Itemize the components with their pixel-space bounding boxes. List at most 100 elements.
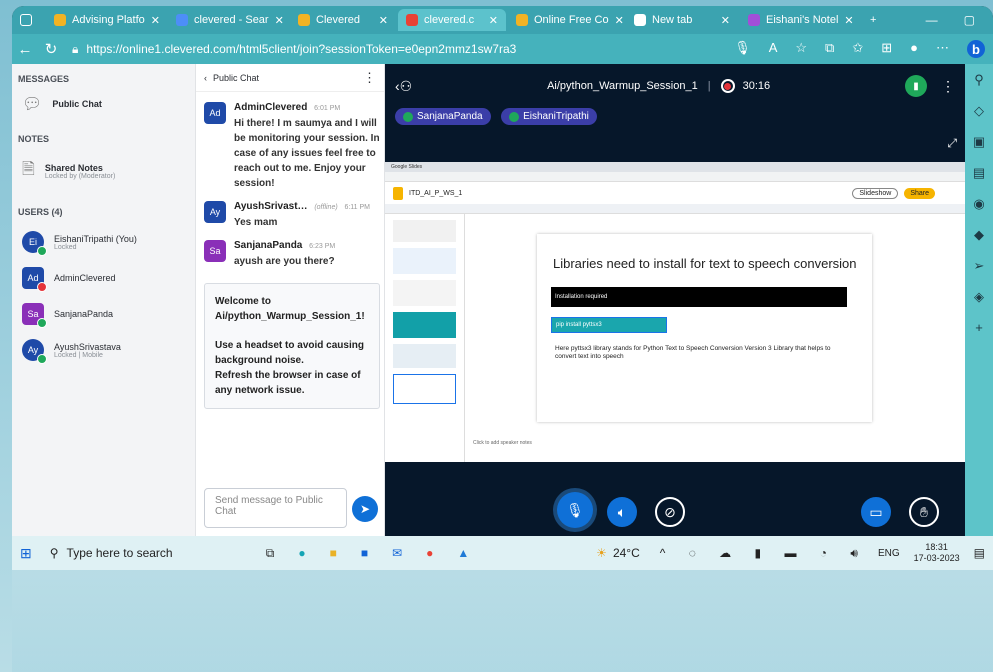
sender-name: SanjanaPanda xyxy=(234,240,303,251)
address-bar: ← ↻ 🔒︎ https://online1.clevered.com/html… xyxy=(12,34,993,64)
mic-button[interactable]: 🎙︎ xyxy=(557,492,593,528)
thumbnail[interactable] xyxy=(393,312,456,338)
mail-icon[interactable]: ✉︎ xyxy=(392,546,402,560)
new-tab-button[interactable]: + xyxy=(862,9,884,31)
task-view-icon[interactable]: ⧉ xyxy=(266,546,275,561)
tab-label: Clevered xyxy=(316,14,361,26)
maximize-icon[interactable]: ▢ xyxy=(964,13,975,27)
store-icon[interactable]: ■ xyxy=(361,546,368,560)
window-icon xyxy=(20,14,32,26)
close-icon[interactable]: ✕ xyxy=(275,14,284,27)
user-status: Locked | Mobile xyxy=(54,351,103,359)
refresh-icon[interactable]: ↻ xyxy=(38,40,64,58)
chart-icon[interactable]: ▤ xyxy=(973,165,985,181)
back-icon[interactable]: ← xyxy=(12,41,38,58)
add-icon[interactable]: + xyxy=(975,320,983,335)
tab-actions[interactable] xyxy=(12,9,44,31)
user-list-item[interactable]: Ad AdminClevered xyxy=(22,267,195,292)
close-icon[interactable]: ✕ xyxy=(844,14,853,27)
thumbnail[interactable] xyxy=(393,344,456,368)
favorite-icon[interactable]: ☆ xyxy=(795,40,807,58)
share-button[interactable]: Share xyxy=(904,187,935,199)
browser-tab[interactable]: clevered - Sear ✕ xyxy=(168,9,288,31)
collections-icon[interactable]: ⊞ xyxy=(881,40,892,58)
notes-heading: NOTES xyxy=(18,134,50,144)
raise-hand-button[interactable]: ✋︎ xyxy=(909,497,939,527)
close-icon[interactable]: ✕ xyxy=(151,14,160,27)
extensions-icon[interactable]: ⧉ xyxy=(825,40,834,58)
shared-notes-item[interactable]: 🗎︎ Shared Notes Locked by (Moderator) xyxy=(22,158,195,185)
user-list-item[interactable]: Ei EishaniTripathi (You) Locked xyxy=(22,231,195,256)
close-icon[interactable]: ✕ xyxy=(489,14,498,27)
slide-code-box[interactable]: pip install pyttsx3 xyxy=(551,317,667,333)
photos-icon[interactable]: ▲ xyxy=(457,546,469,560)
browser-tab[interactable]: Advising Platfo ✕ xyxy=(46,9,166,31)
browser-tab[interactable]: Online Free Co ✕ xyxy=(508,9,624,31)
chevron-left-icon[interactable]: ‹ xyxy=(204,73,207,83)
outlook-icon[interactable]: ◈ xyxy=(974,289,984,305)
fullscreen-icon[interactable]: ⤢ xyxy=(947,136,957,151)
mic-icon[interactable]: 🎙︎ xyxy=(734,40,751,58)
send-button[interactable]: ➤ xyxy=(352,496,378,522)
status-dot-icon xyxy=(37,354,47,364)
public-chat-item[interactable]: 💬︎ Public Chat xyxy=(22,94,195,114)
presentation-area: ‹⚇ Ai/python_Warmup_Session_1 | 30:16 ▮ … xyxy=(385,64,965,542)
tag-icon[interactable]: ◇ xyxy=(974,103,984,119)
speaker-notes[interactable]: Click to add speaker notes xyxy=(473,440,532,446)
chat-input[interactable]: Send message to Public Chat xyxy=(204,488,347,528)
audio-button[interactable]: 🔈︎ xyxy=(607,497,637,527)
screen-share-button[interactable]: ▭ xyxy=(861,497,891,527)
slideshow-button[interactable]: Slideshow xyxy=(852,187,899,199)
chrome-icon[interactable]: ● xyxy=(426,546,433,560)
close-icon[interactable]: ✕ xyxy=(615,14,624,27)
clock[interactable]: 18:31 17-03-2023 xyxy=(914,542,960,564)
session-header: ‹⚇ Ai/python_Warmup_Session_1 | 30:16 ▮ … xyxy=(385,64,965,108)
more-icon[interactable]: ⋯ xyxy=(936,40,949,58)
lock-icon: 🔒︎ xyxy=(72,41,79,56)
thumbnail[interactable] xyxy=(393,220,456,242)
briefcase-icon[interactable]: ▣ xyxy=(973,134,985,150)
browser-tab[interactable]: Clevered ✕ xyxy=(290,9,396,31)
tray-icons[interactable]: ^ ◌ ☁ ▮ ▬ ◔ 🔊︎ xyxy=(660,546,868,561)
favorites-icon[interactable]: ✩ xyxy=(852,40,863,58)
circle-icon[interactable]: ◉ xyxy=(973,196,984,212)
camera-off-button[interactable]: ⊘ xyxy=(655,497,685,527)
browser-tab[interactable]: New tab ✕ xyxy=(626,9,738,31)
options-icon[interactable]: ⋮ xyxy=(941,78,955,95)
user-list-toggle-icon[interactable]: ‹⚇ xyxy=(395,78,412,95)
profile-icon[interactable]: ● xyxy=(910,40,918,58)
search-icon[interactable]: ⚲ xyxy=(974,72,984,88)
shared-tabbar: Google Slides xyxy=(385,162,965,172)
avatar-initials: Ad xyxy=(27,273,39,283)
shared-notes-label: Shared Notes xyxy=(44,163,103,173)
slide-canvas[interactable]: Libraries need to install for text to sp… xyxy=(537,234,872,422)
user-list-item[interactable]: Ay AyushSrivastava Locked | Mobile xyxy=(22,339,195,364)
browser-tab[interactable]: Eishani's Notel ✕ xyxy=(740,9,860,31)
tab-label: Advising Platfo xyxy=(72,14,145,26)
close-icon[interactable]: ✕ xyxy=(721,14,730,27)
weather-icon[interactable]: ☀︎ xyxy=(596,546,607,560)
thumbnail[interactable] xyxy=(393,280,456,306)
record-icon[interactable] xyxy=(720,79,735,93)
read-aloud-icon[interactable]: A xyxy=(769,40,778,58)
more-vertical-icon[interactable]: ⋮ xyxy=(363,70,376,86)
taskbar-search[interactable]: ⚲ Type here to search xyxy=(50,546,250,560)
close-icon[interactable]: ✕ xyxy=(379,14,388,27)
avatar: Sa xyxy=(204,240,226,262)
edge-icon[interactable]: ● xyxy=(298,546,305,560)
bing-icon[interactable]: b xyxy=(967,40,985,58)
thumbnail[interactable] xyxy=(393,248,456,274)
notification-icon[interactable]: ▤ xyxy=(974,546,985,560)
send-icon[interactable]: ➢ xyxy=(974,258,985,274)
explorer-icon[interactable]: ■ xyxy=(330,546,337,560)
url-field[interactable]: 🔒︎ https://online1.clevered.com/html5cli… xyxy=(64,38,734,60)
avatar: Ad xyxy=(204,102,226,124)
user-list-item[interactable]: Sa SanjanaPanda xyxy=(22,303,195,328)
start-icon[interactable]: ⊞ xyxy=(20,545,32,562)
browser-tab[interactable]: clevered.c ✕ xyxy=(398,9,506,31)
thumbnail-active[interactable] xyxy=(393,374,456,404)
office-icon[interactable]: ◆ xyxy=(974,227,984,243)
language-indicator[interactable]: ENG xyxy=(878,548,900,559)
connection-icon[interactable]: ▮ xyxy=(904,75,927,97)
minimize-icon[interactable]: — xyxy=(926,13,938,27)
